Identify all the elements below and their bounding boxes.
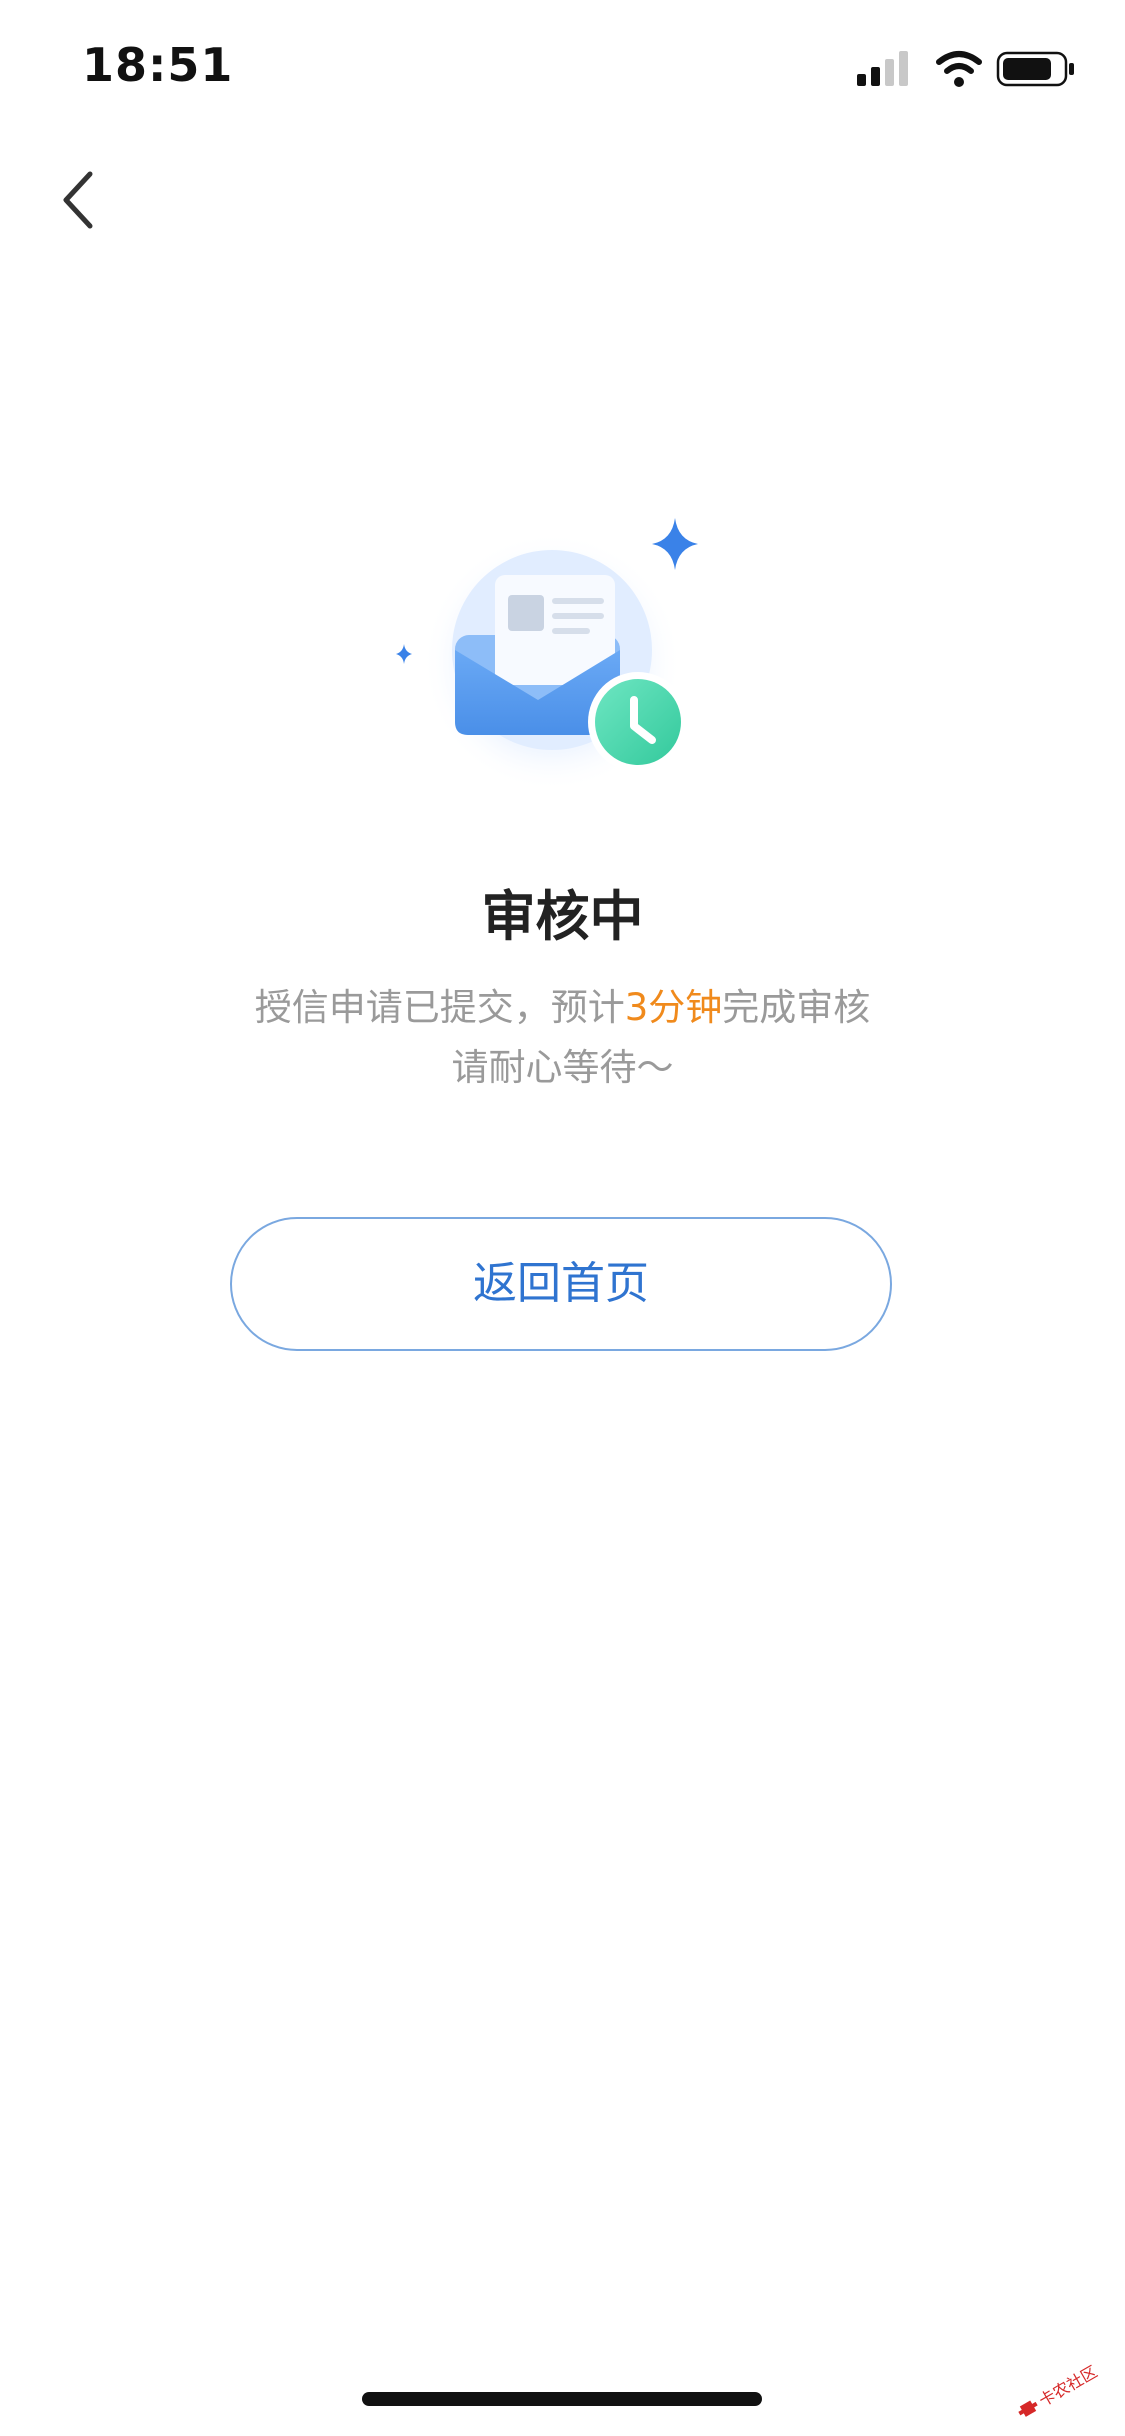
estimated-time: 3分钟 — [624, 986, 723, 1029]
status-icons — [857, 51, 1074, 87]
sparkle-icon — [396, 644, 412, 664]
cellular-signal-icon — [857, 51, 908, 86]
watermark-logo: 卡农社区 — [1018, 2362, 1101, 2417]
review-title: 审核中 — [481, 885, 644, 948]
battery-icon — [996, 51, 1074, 87]
description-suffix: 完成审核 — [722, 986, 871, 1029]
svg-text:卡农社区: 卡农社区 — [1036, 2362, 1101, 2410]
home-indicator — [362, 2392, 762, 2406]
return-home-button[interactable]: 返回首页 — [230, 1217, 892, 1351]
description-line-1: 授信申请已提交，预计3分钟完成审核 — [0, 978, 1125, 1038]
back-button[interactable] — [48, 160, 118, 240]
description-line-2: 请耐心等待～ — [451, 1046, 674, 1089]
clock-icon — [588, 672, 688, 772]
sparkle-icon — [652, 518, 698, 570]
chevron-left-icon — [63, 171, 93, 229]
status-bar: 18:51 — [0, 0, 1125, 140]
review-illustration — [396, 518, 698, 792]
wifi-icon — [936, 51, 982, 87]
description-prefix: 授信申请已提交，预计 — [254, 986, 625, 1029]
review-description: 授信申请已提交，预计3分钟完成审核 请耐心等待～ — [0, 978, 1125, 1098]
status-time: 18:51 — [82, 38, 234, 92]
